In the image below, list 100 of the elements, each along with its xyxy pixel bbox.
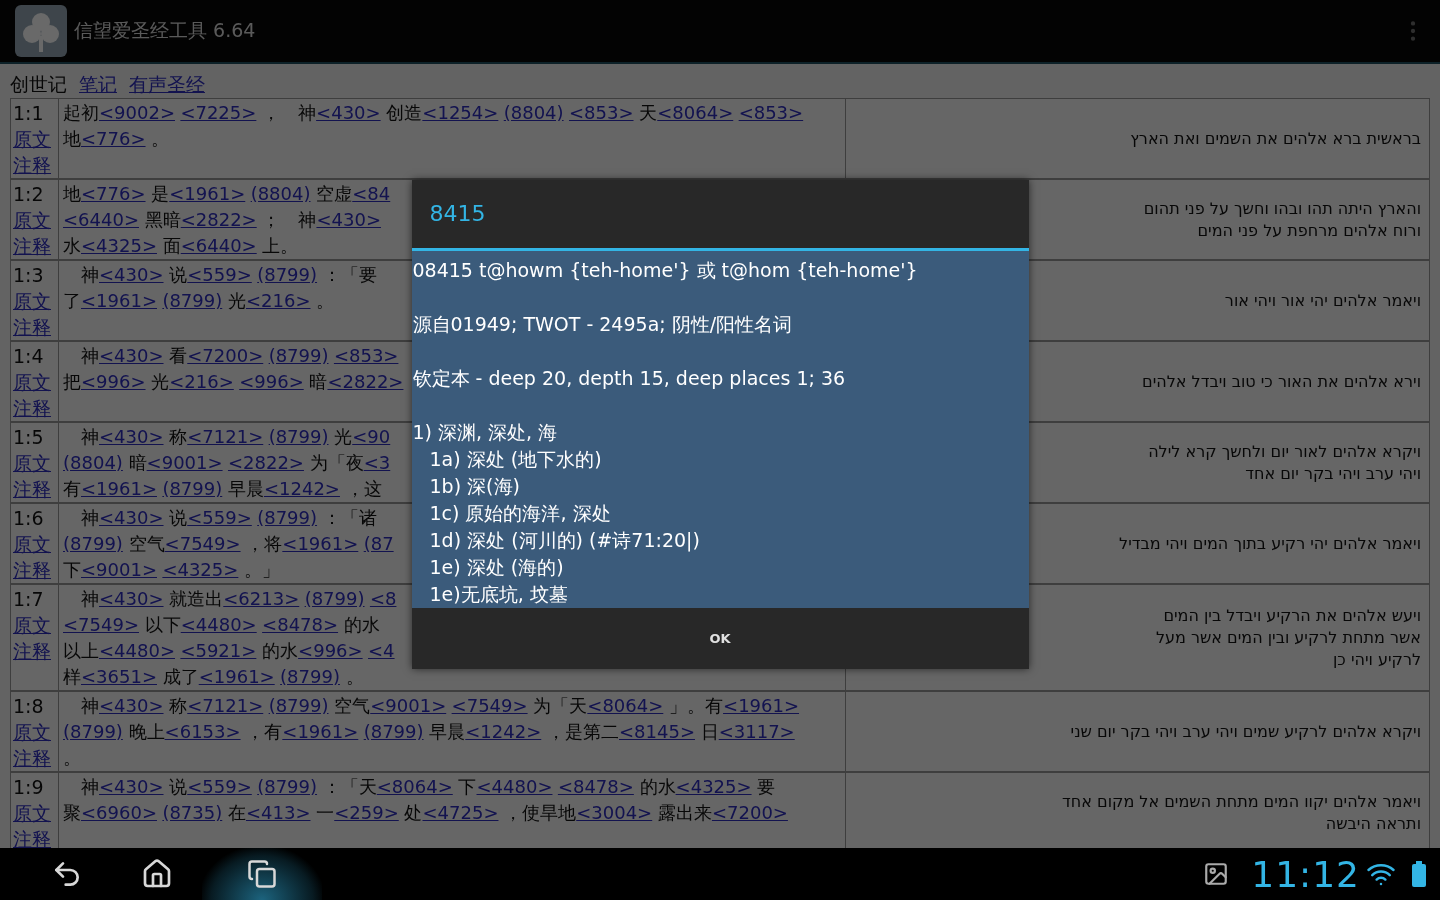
notes-link[interactable]: 注释 <box>13 557 58 583</box>
strong-number-link[interactable]: (8799) <box>257 507 318 528</box>
strong-number-link[interactable]: (8799) <box>162 290 223 311</box>
strong-number-link[interactable]: <8478> <box>262 614 339 635</box>
strong-number-link[interactable]: <1254> <box>422 102 499 123</box>
strong-number-link[interactable]: <216> <box>245 290 311 311</box>
original-text-link[interactable]: 原文 <box>13 612 58 638</box>
strong-number-link[interactable]: (8799) <box>268 695 329 716</box>
strong-number-link[interactable]: <9001> <box>146 452 223 473</box>
strong-number-link[interactable]: <6440> <box>63 209 139 230</box>
strong-number-link[interactable]: <776> <box>81 183 146 204</box>
strong-number-link[interactable]: <7549> <box>451 695 528 716</box>
strong-number-link[interactable]: <4480> <box>99 640 175 661</box>
notes-link[interactable]: 注释 <box>13 314 58 340</box>
strong-number-link[interactable]: (8799) <box>363 721 424 742</box>
original-text-link[interactable]: 原文 <box>13 531 58 557</box>
notes-link[interactable]: 注释 <box>13 395 58 421</box>
strong-number-link[interactable]: <430> <box>99 507 164 528</box>
strong-number-link[interactable]: <7121> <box>187 695 264 716</box>
original-text-link[interactable]: 原文 <box>13 719 58 745</box>
strong-number-link[interactable]: <8064> <box>657 102 734 123</box>
gallery-icon[interactable] <box>1203 861 1230 887</box>
strong-number-link[interactable]: <1961> <box>282 721 359 742</box>
strong-number-link[interactable]: <6960> <box>81 802 157 823</box>
strong-number-link[interactable]: <3004> <box>576 802 653 823</box>
strong-number-link[interactable]: <430> <box>99 264 164 285</box>
strong-number-link[interactable]: (8799) <box>268 426 329 447</box>
strong-number-link[interactable]: <5921> <box>180 640 257 661</box>
strong-number-link[interactable]: <1961> <box>169 183 246 204</box>
strong-number-link[interactable]: <6153> <box>164 721 241 742</box>
strong-number-link[interactable]: <4725> <box>422 802 499 823</box>
notes-link[interactable]: 注释 <box>13 152 58 178</box>
strong-number-link[interactable]: <4480> <box>476 776 553 797</box>
strong-number-link[interactable]: <7121> <box>187 426 264 447</box>
strong-number-link[interactable]: <1961> <box>282 533 359 554</box>
strong-number-link[interactable]: <559> <box>187 264 252 285</box>
strong-number-link[interactable]: (8799) <box>304 588 365 609</box>
original-text-link[interactable]: 原文 <box>13 450 58 476</box>
strong-number-link[interactable]: <3651> <box>81 666 157 687</box>
strong-number-link[interactable]: <259> <box>334 802 399 823</box>
notes-link[interactable]: 注释 <box>13 476 58 502</box>
strong-number-link[interactable]: <996> <box>239 371 304 392</box>
original-text-link[interactable]: 原文 <box>13 288 58 314</box>
strong-number-link[interactable]: <430> <box>99 695 164 716</box>
strong-number-link[interactable]: (8799) <box>162 478 223 499</box>
strong-number-link[interactable]: <559> <box>187 507 252 528</box>
header-link[interactable]: 有声圣经 <box>129 72 205 98</box>
strong-number-link[interactable]: <1961> <box>81 478 157 499</box>
strong-number-link[interactable]: (8799) <box>257 264 318 285</box>
strong-number-link[interactable]: <7225> <box>180 102 257 123</box>
strong-number-link[interactable]: <430> <box>99 588 164 609</box>
strong-number-link[interactable]: <430> <box>99 776 164 797</box>
strong-number-link[interactable]: <559> <box>187 776 252 797</box>
strong-number-link[interactable]: <2822> <box>180 209 257 230</box>
strong-number-link[interactable]: <8478> <box>557 776 634 797</box>
strong-number-link[interactable]: <1961> <box>81 290 157 311</box>
strong-number-link[interactable]: <430> <box>316 102 381 123</box>
strong-number-link[interactable]: (8804) <box>63 452 123 473</box>
strong-number-link[interactable]: (8804) <box>250 183 311 204</box>
original-text-link[interactable]: 原文 <box>13 207 58 233</box>
strong-number-link[interactable]: <6213> <box>223 588 300 609</box>
strong-number-link[interactable]: <4 <box>368 640 395 661</box>
strong-number-link[interactable]: <853> <box>738 102 804 123</box>
strong-number-link[interactable]: <1242> <box>263 478 340 499</box>
strong-number-link[interactable]: <4325> <box>81 235 157 256</box>
strong-number-link[interactable]: <8145> <box>619 721 695 742</box>
original-text-link[interactable]: 原文 <box>13 369 58 395</box>
strong-number-link[interactable]: <853> <box>569 102 634 123</box>
strong-number-link[interactable]: <4325> <box>162 559 239 580</box>
strong-number-link[interactable]: (8799) <box>257 776 318 797</box>
strong-number-link[interactable]: (8799) <box>268 345 329 366</box>
strong-number-link[interactable]: <9001> <box>370 695 447 716</box>
notes-link[interactable]: 注释 <box>13 233 58 259</box>
strong-number-link[interactable]: <1961> <box>723 695 800 716</box>
strong-number-link[interactable]: <6440> <box>180 235 257 256</box>
notes-link[interactable]: 注释 <box>13 826 58 848</box>
strong-number-link[interactable]: <8064> <box>587 695 664 716</box>
strong-number-link[interactable]: <996> <box>81 371 146 392</box>
strong-number-link[interactable]: (8735) <box>162 802 223 823</box>
strong-number-link[interactable]: <2822> <box>327 371 404 392</box>
strong-number-link[interactable]: <8 <box>369 588 397 609</box>
header-link[interactable]: 笔记 <box>79 72 117 98</box>
strong-number-link[interactable]: <7200> <box>187 345 264 366</box>
original-text-link[interactable]: 原文 <box>13 126 58 152</box>
strong-number-link[interactable]: <413> <box>245 802 311 823</box>
strong-number-link[interactable]: <90 <box>352 426 391 447</box>
strong-number-link[interactable]: (8799) <box>63 721 123 742</box>
strong-number-link[interactable]: <7549> <box>63 614 139 635</box>
notes-link[interactable]: 注释 <box>13 745 58 771</box>
strong-number-link[interactable]: <430> <box>99 345 164 366</box>
strong-number-link[interactable]: <9001> <box>81 559 157 580</box>
strong-number-link[interactable]: <4480> <box>180 614 257 635</box>
strong-number-link[interactable]: <1242> <box>465 721 542 742</box>
strong-number-link[interactable]: <9002> <box>99 102 175 123</box>
strong-number-link[interactable]: (8799) <box>63 533 123 554</box>
strong-number-link[interactable]: <1961> <box>198 666 275 687</box>
strong-number-link[interactable]: <2822> <box>227 452 304 473</box>
strong-number-link[interactable]: <776> <box>81 128 146 149</box>
strong-number-link[interactable]: <7549> <box>164 533 241 554</box>
strong-number-link[interactable]: <84 <box>352 183 391 204</box>
